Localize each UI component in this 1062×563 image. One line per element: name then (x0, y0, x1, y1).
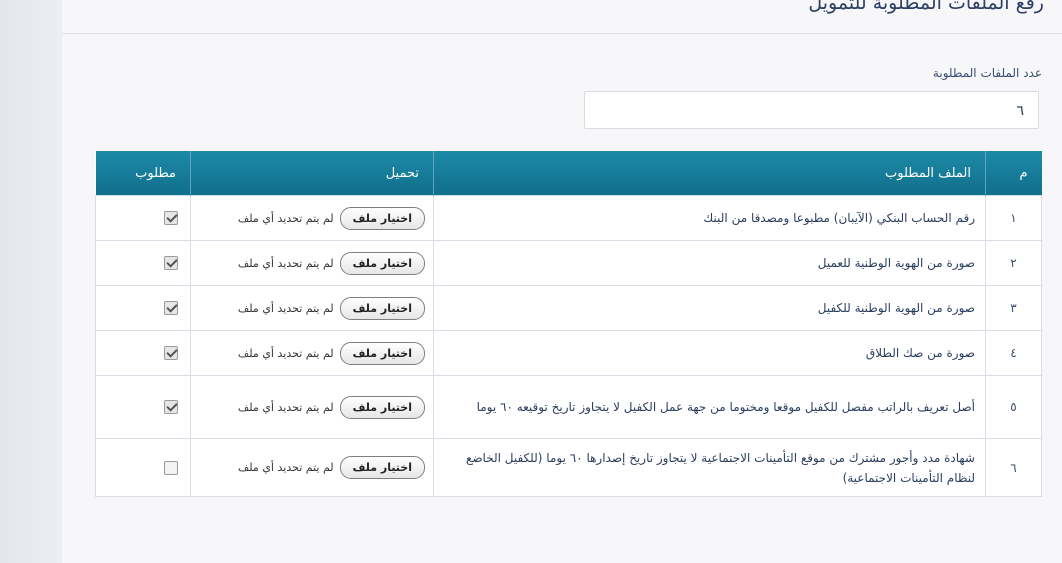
no-file-text: لم يتم تحديد أي ملف (237, 400, 334, 414)
file-name: صورة من الهوية الوطنية للعميل (433, 240, 986, 286)
upload-card: رفع الملفات المطلوبة للتمويل عدد الملفات… (62, 0, 1062, 563)
file-name: شهادة مدد وأجور مشترك من موقع التأمينات … (433, 438, 986, 497)
table-row: ١ رقم الحساب البنكي (الآيبان) مطبوعا ومص… (95, 195, 1042, 241)
files-count-label: عدد الملفات المطلوبة (932, 66, 1042, 80)
required-checkbox[interactable] (164, 400, 178, 415)
upload-cell: اختيار ملف لم يتم تحديد أي ملف (190, 285, 434, 331)
choose-file-button[interactable]: اختيار ملف (339, 206, 425, 230)
table-row: ٣ صورة من الهوية الوطنية للكفيل اختيار م… (95, 285, 1042, 331)
table-row: ٢ صورة من الهوية الوطنية للعميل اختيار م… (95, 240, 1042, 286)
no-file-text: لم يتم تحديد أي ملف (237, 211, 334, 225)
upload-cell: اختيار ملف لم يتم تحديد أي ملف (190, 240, 434, 286)
files-count-field[interactable]: ٦ (584, 91, 1039, 129)
required-cell (95, 330, 191, 376)
required-checkbox[interactable] (164, 460, 178, 475)
row-number: ٤ (985, 330, 1042, 376)
upload-cell: اختيار ملف لم يتم تحديد أي ملف (190, 438, 434, 497)
required-cell (95, 375, 191, 439)
file-name: صورة من الهوية الوطنية للكفيل (433, 285, 986, 331)
choose-file-button[interactable]: اختيار ملف (339, 395, 425, 419)
required-checkbox[interactable] (164, 301, 178, 316)
required-checkbox[interactable] (164, 211, 178, 226)
header-file: الملف المطلوب (433, 151, 986, 196)
no-file-text: لم يتم تحديد أي ملف (237, 346, 334, 360)
table-row: ٦ شهادة مدد وأجور مشترك من موقع التأمينا… (95, 438, 1042, 497)
choose-file-button[interactable]: اختيار ملف (339, 456, 425, 479)
no-file-text: لم يتم تحديد أي ملف (237, 301, 334, 315)
upload-cell: اختيار ملف لم يتم تحديد أي ملف (190, 195, 434, 241)
file-name: صورة من صك الطلاق (433, 330, 986, 376)
table-row: ٥ أصل تعريف بالراتب مفصل للكفيل موقعا وم… (95, 375, 1042, 439)
required-files-table: م الملف المطلوب تحميل مطلوب ١ رقم الحساب… (95, 151, 1042, 497)
required-cell (95, 195, 191, 241)
header-required: مطلوب (95, 151, 191, 196)
choose-file-button[interactable]: اختيار ملف (339, 296, 425, 320)
choose-file-button[interactable]: اختيار ملف (339, 251, 425, 275)
required-checkbox[interactable] (164, 256, 178, 271)
row-number: ٥ (985, 375, 1042, 439)
required-cell (95, 285, 191, 331)
required-checkbox[interactable] (164, 346, 178, 361)
no-file-text: لم يتم تحديد أي ملف (237, 256, 334, 270)
upload-cell: اختيار ملف لم يتم تحديد أي ملف (190, 375, 434, 439)
row-number: ٢ (985, 240, 1042, 286)
required-cell (95, 240, 191, 286)
table-row: ٤ صورة من صك الطلاق اختيار ملف لم يتم تح… (95, 330, 1042, 376)
upload-cell: اختيار ملف لم يتم تحديد أي ملف (190, 330, 434, 376)
header-num: م (985, 151, 1042, 196)
file-name: أصل تعريف بالراتب مفصل للكفيل موقعا ومخت… (433, 375, 986, 439)
page-title: رفع الملفات المطلوبة للتمويل (808, 0, 1044, 14)
header-upload: تحميل (190, 151, 434, 196)
no-file-text: لم يتم تحديد أي ملف (237, 461, 334, 474)
file-name: رقم الحساب البنكي (الآيبان) مطبوعا ومصدق… (433, 195, 986, 241)
choose-file-button[interactable]: اختيار ملف (339, 341, 425, 365)
row-number: ١ (985, 195, 1042, 241)
title-divider (62, 33, 1062, 34)
required-cell (95, 438, 191, 497)
table-header-row: م الملف المطلوب تحميل مطلوب (95, 151, 1042, 196)
left-background-strip (0, 0, 62, 563)
row-number: ٣ (985, 285, 1042, 331)
row-number: ٦ (985, 438, 1042, 497)
